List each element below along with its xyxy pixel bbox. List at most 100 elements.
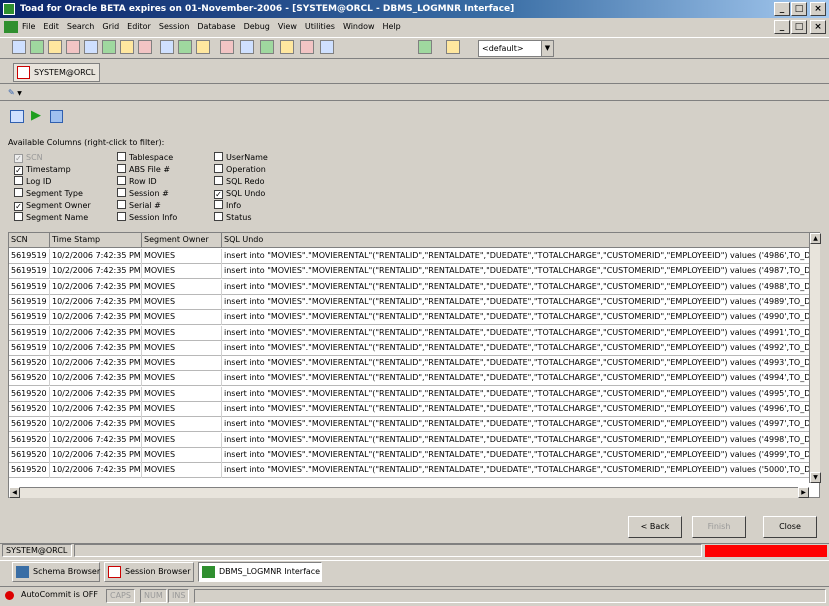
menu-item-file[interactable]: File [22,22,35,31]
menu-item-editor[interactable]: Editor [127,22,151,31]
cell-scn[interactable]: 5619520 [9,356,50,372]
schema-browser-icon[interactable] [30,40,44,54]
table-row[interactable]: 5619520 10/2/2006 7:42:35 PM MOVIES insert … [9,371,819,387]
cell-timestamp[interactable]: 10/2/2006 7:42:35 PM [50,417,142,433]
report-icon[interactable] [120,40,134,54]
connection-tab[interactable]: SYSTEM@ORCL [13,63,101,82]
table-row[interactable]: 5619519 10/2/2006 7:42:35 PM MOVIES insert … [9,310,819,326]
cell-segment-owner[interactable]: MOVIES [142,447,222,463]
header-segment-owner[interactable]: Segment Owner [142,233,222,248]
cell-segment-owner[interactable]: MOVIES [142,264,222,280]
cell-sql-undo[interactable]: insert into "MOVIES"."MOVIERENTAL"("RENT… [222,417,819,432]
cell-segment-owner[interactable]: MOVIES [142,340,222,356]
column-checkbox-row-id[interactable]: Row ID [117,176,177,188]
table-row[interactable]: 5619519 10/2/2006 7:42:35 PM MOVIES insert … [9,279,819,295]
cell-scn[interactable]: 5619520 [9,463,50,479]
cell-sql-undo[interactable]: insert into "MOVIES"."MOVIERENTAL"("RENT… [222,433,819,448]
table-row[interactable]: 5619520 10/2/2006 7:42:35 PM MOVIES insert … [9,463,819,479]
cell-segment-owner[interactable]: MOVIES [142,432,222,448]
cell-sql-undo[interactable]: insert into "MOVIES"."MOVIERENTAL"("RENT… [222,387,819,402]
cell-sql-undo[interactable]: insert into "MOVIES"."MOVIERENTAL"("RENT… [222,326,819,341]
cell-timestamp[interactable]: 10/2/2006 7:42:35 PM [50,340,142,356]
checkbox-icon[interactable] [14,176,23,185]
autocommit-status[interactable]: AutoCommit is OFF [18,589,101,603]
cell-timestamp[interactable]: 10/2/2006 7:42:35 PM [50,447,142,463]
menu-item-debug[interactable]: Debug [244,22,270,31]
cell-timestamp[interactable]: 10/2/2006 7:42:35 PM [50,356,142,372]
cell-timestamp[interactable]: 10/2/2006 7:42:35 PM [50,294,142,310]
table-row[interactable]: 5619520 10/2/2006 7:42:35 PM MOVIES insert … [9,386,819,402]
column-checkbox-sql-redo[interactable]: SQL Redo [214,176,268,188]
column-checkbox-segment-owner[interactable]: ✓ Segment Owner [14,200,91,212]
scroll-down-icon[interactable]: ▼ [810,472,821,483]
column-checkbox-abs-file[interactable]: ABS File # [117,164,177,176]
export-icon[interactable] [160,40,174,54]
mdi-minimize-button[interactable]: _ [774,20,790,34]
upload-icon[interactable] [300,40,314,54]
column-checkbox-segment-type[interactable]: Segment Type [14,188,91,200]
download-icon[interactable] [320,40,334,54]
table-row[interactable]: 5619519 10/2/2006 7:42:35 PM MOVIES insert … [9,249,819,264]
column-checkbox-segment-name[interactable]: Segment Name [14,212,91,224]
column-checkbox-sql-undo[interactable]: ✓ SQL Undo [214,188,268,200]
logfile-icon[interactable] [10,110,24,123]
table-row[interactable]: 5619519 10/2/2006 7:42:35 PM MOVIES insert … [9,264,819,280]
cell-timestamp[interactable]: 10/2/2006 7:42:35 PM [50,463,142,479]
layout-combo[interactable]: <default> ▼ [478,40,554,57]
checkbox-icon[interactable]: ✓ [14,154,23,163]
cell-timestamp[interactable]: 10/2/2006 7:42:35 PM [50,386,142,402]
cell-segment-owner[interactable]: MOVIES [142,371,222,387]
scroll-up-icon[interactable]: ▲ [810,233,821,244]
cell-segment-owner[interactable]: MOVIES [142,279,222,295]
cell-timestamp[interactable]: 10/2/2006 7:42:35 PM [50,279,142,295]
cell-timestamp[interactable]: 10/2/2006 7:42:35 PM [50,264,142,280]
scroll-left-icon[interactable]: ◀ [9,487,20,498]
cell-timestamp[interactable]: 10/2/2006 7:42:35 PM [50,325,142,341]
minimize-button[interactable]: _ [774,2,790,16]
scroll-right-icon[interactable]: ▶ [798,487,809,498]
arrow-icon[interactable] [418,40,432,54]
run-icon[interactable]: ▶ [31,108,41,124]
cell-timestamp[interactable]: 10/2/2006 7:42:35 PM [50,371,142,387]
column-checkbox-session-info[interactable]: Session Info [117,212,177,224]
column-checkbox-username[interactable]: UserName [214,152,268,164]
cell-sql-undo[interactable]: insert into "MOVIES"."MOVIERENTAL"("RENT… [222,341,819,356]
checkbox-icon[interactable] [214,200,223,209]
save-icon[interactable] [50,110,63,123]
checkbox-icon[interactable] [14,212,23,221]
menu-item-grid[interactable]: Grid [102,22,119,31]
menu-item-view[interactable]: View [278,22,297,31]
column-checkbox-operation[interactable]: Operation [214,164,268,176]
checkbox-icon[interactable] [214,176,223,185]
import-icon[interactable] [178,40,192,54]
checkbox-icon[interactable] [14,188,23,197]
grid-horizontal-scrollbar[interactable]: ◀ ▶ [9,487,809,498]
cell-timestamp[interactable]: 10/2/2006 7:42:35 PM [50,249,142,264]
checkbox-icon[interactable] [214,164,223,173]
table-row[interactable]: 5619520 10/2/2006 7:42:35 PM MOVIES insert … [9,402,819,417]
explain-icon[interactable] [220,40,234,54]
checkbox-icon[interactable] [214,212,223,221]
close-button[interactable]: Close [763,516,817,538]
cell-scn[interactable]: 5619519 [9,279,50,295]
cell-timestamp[interactable]: 10/2/2006 7:42:35 PM [50,402,142,417]
column-checkbox-session[interactable]: Session # [117,188,177,200]
new-editor-icon[interactable] [12,40,26,54]
pencil-icon[interactable]: ✎ [8,88,15,97]
query-builder-icon[interactable] [138,40,152,54]
menu-item-session[interactable]: Session [159,22,190,31]
stop-icon[interactable] [240,40,254,54]
column-checkbox-log-id[interactable]: Log ID [14,176,91,188]
menu-item-window[interactable]: Window [343,22,375,31]
tools-icon[interactable] [196,40,210,54]
task-session-browser[interactable]: Session Browser [104,562,194,582]
maximize-button[interactable]: □ [791,2,807,16]
commit-icon[interactable] [280,40,294,54]
checkbox-icon[interactable] [117,212,126,221]
table-row[interactable]: 5619520 10/2/2006 7:42:35 PM MOVIES insert … [9,447,819,463]
close-window-button[interactable]: × [810,2,826,16]
checkbox-icon[interactable]: ✓ [14,166,23,175]
table-row[interactable]: 5619519 10/2/2006 7:42:35 PM MOVIES insert … [9,325,819,341]
cell-scn[interactable]: 5619520 [9,386,50,402]
column-checkbox-timestamp[interactable]: ✓ Timestamp [14,164,91,176]
